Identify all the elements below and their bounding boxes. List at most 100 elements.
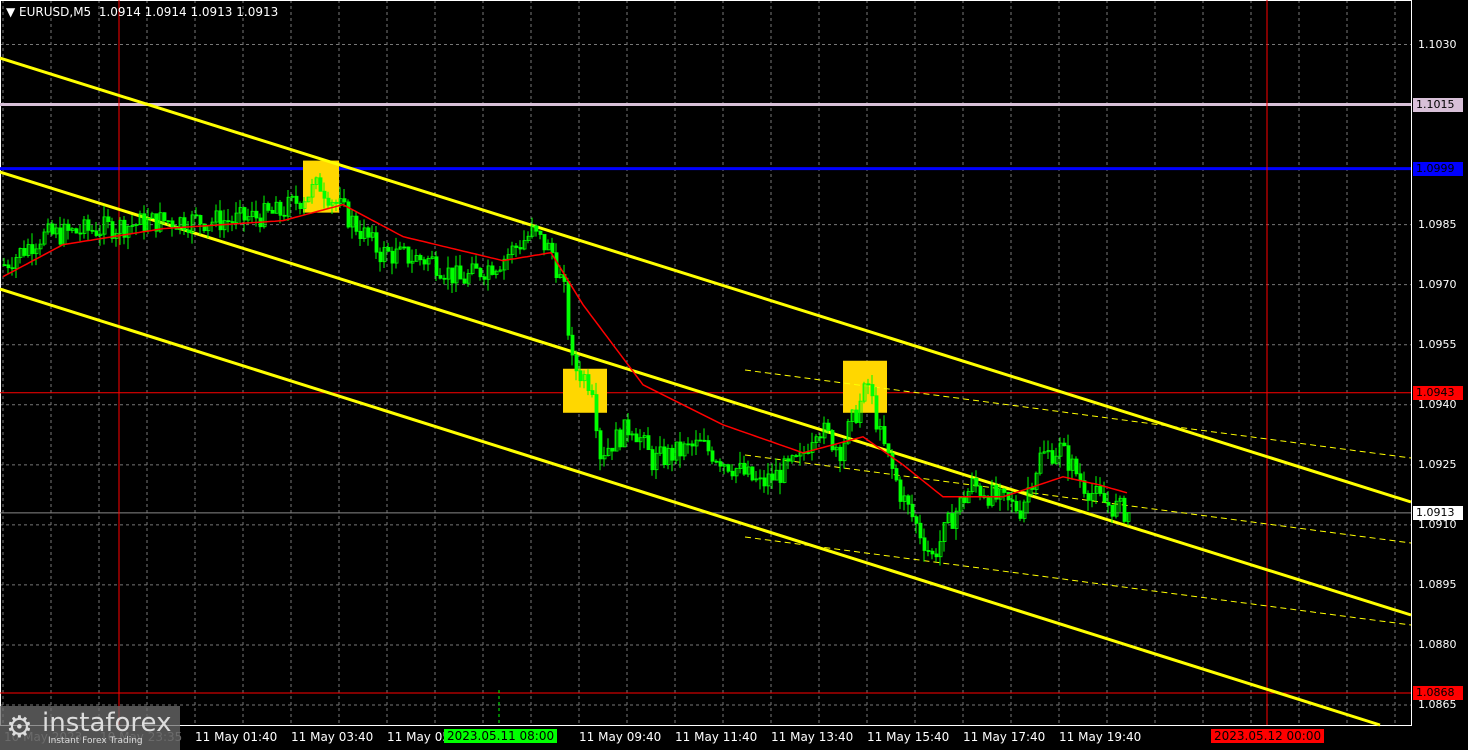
logo-tagline: Instant Forex Trading xyxy=(48,736,143,746)
candle-body xyxy=(386,247,391,252)
collapse-triangle-icon[interactable]: ▼ xyxy=(6,5,19,19)
candle-body xyxy=(910,503,915,518)
candle-body xyxy=(890,452,895,469)
candle-body xyxy=(906,495,911,505)
candle-body xyxy=(618,429,623,448)
candle-body xyxy=(1014,500,1019,512)
candle-body xyxy=(770,473,775,481)
symbol-label: EURUSD,M5 xyxy=(19,5,92,19)
candle-body xyxy=(934,553,939,558)
candle-body xyxy=(646,435,651,451)
candle-body xyxy=(58,227,63,245)
chart-header: ▼ EURUSD,M5 1.0914 1.0914 1.0913 1.0913 xyxy=(6,5,278,19)
candle-body xyxy=(786,458,791,462)
candle-body xyxy=(474,263,479,269)
candle-body xyxy=(1098,485,1103,494)
price-level-label: 1.0943 xyxy=(1413,385,1463,400)
y-tick-label: 1.0895 xyxy=(1418,577,1457,591)
candle-body xyxy=(326,197,331,206)
candle-body xyxy=(242,207,247,221)
candle-body xyxy=(142,213,147,232)
candle-body xyxy=(78,232,83,235)
candle-body xyxy=(10,267,15,270)
candle-body xyxy=(298,203,303,209)
candle-body xyxy=(698,439,703,442)
candle-body xyxy=(610,447,615,452)
x-tick-label: 11 May 03:40 xyxy=(291,730,374,744)
candle-body xyxy=(678,441,683,457)
price-level-label: 1.0868 xyxy=(1413,685,1463,700)
candle-body xyxy=(830,430,835,451)
x-tick-label: 11 May 17:40 xyxy=(963,730,1046,744)
candle-body xyxy=(354,215,359,232)
candle-body xyxy=(726,464,731,472)
candle-body xyxy=(406,246,411,264)
y-tick-label: 1.0970 xyxy=(1418,277,1457,291)
candle-body xyxy=(254,210,259,219)
candle-body xyxy=(702,439,707,442)
candle-body xyxy=(1078,473,1083,482)
candle-body xyxy=(930,550,935,555)
candle-body xyxy=(1006,492,1011,501)
candle-body xyxy=(514,245,519,248)
candle-body xyxy=(742,462,747,475)
candle-body xyxy=(914,516,919,524)
y-tick-label: 1.0925 xyxy=(1418,457,1457,471)
candle-body xyxy=(838,446,843,462)
candle-body xyxy=(974,478,979,487)
candle-body xyxy=(1074,458,1079,475)
candle-body xyxy=(282,214,287,217)
candle-body xyxy=(594,394,599,432)
gear-icon: ⚙ xyxy=(6,710,33,745)
x-tick-label: 11 May 15:40 xyxy=(867,730,950,744)
candle-body xyxy=(1110,504,1115,517)
candle-body xyxy=(730,470,735,477)
candle-body xyxy=(662,446,667,466)
candle-body xyxy=(598,430,603,460)
x-tick-label: 11 May 09:40 xyxy=(579,730,662,744)
x-tick-label: 11 May 13:40 xyxy=(771,730,854,744)
candle-body xyxy=(686,443,691,446)
candle-body xyxy=(538,230,543,235)
candle-body xyxy=(450,267,455,284)
candle-body xyxy=(170,220,175,228)
y-tick-label: 1.0880 xyxy=(1418,637,1457,651)
candle-body xyxy=(366,227,371,238)
signal-box xyxy=(843,360,887,413)
candle-body xyxy=(442,277,447,280)
green-time-marker-label: 2023.05.11 08:00 xyxy=(444,729,558,743)
candle-body xyxy=(490,265,495,275)
candle-body xyxy=(854,409,859,423)
logo-name: instaforex xyxy=(42,708,172,738)
candle-body xyxy=(1086,493,1091,501)
candle-body xyxy=(826,422,831,431)
candle-body xyxy=(894,468,899,481)
candle-body xyxy=(342,198,347,203)
candle-body xyxy=(542,234,547,251)
candle-body xyxy=(270,209,275,214)
candle-body xyxy=(586,374,591,391)
candle-body xyxy=(66,223,71,231)
candle-body xyxy=(266,203,271,211)
candle-body xyxy=(550,242,555,254)
candle-body xyxy=(90,229,95,232)
candle-body xyxy=(202,223,207,232)
candle-body xyxy=(922,537,927,551)
x-tick-label: 11 May 11:40 xyxy=(675,730,758,744)
candle-body xyxy=(318,177,323,192)
candle-body xyxy=(898,479,903,502)
candle-body xyxy=(518,247,523,250)
candle-body xyxy=(358,230,363,239)
candle-body xyxy=(378,251,383,263)
price-level-label: 1.1015 xyxy=(1413,97,1463,112)
candle-body xyxy=(1062,442,1067,447)
candle-body xyxy=(670,447,675,461)
price-chart[interactable] xyxy=(0,0,1468,750)
candle-body xyxy=(874,395,879,430)
candle-body xyxy=(74,228,79,234)
candle-body xyxy=(2,264,7,267)
candle-body xyxy=(1018,510,1023,519)
candle-body xyxy=(6,264,11,269)
candle-body xyxy=(718,461,723,467)
candle-body xyxy=(570,334,575,356)
